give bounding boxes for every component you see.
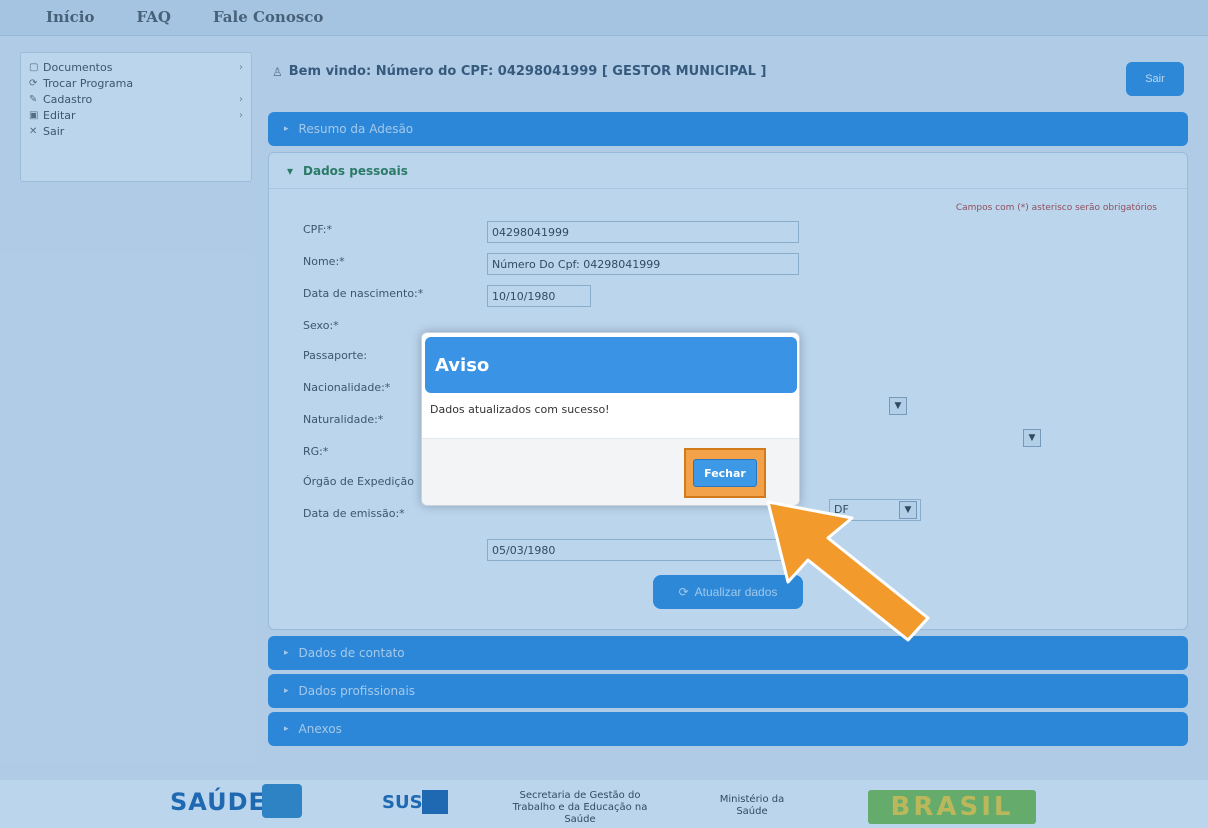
fechar-button[interactable]: Fechar [693, 459, 757, 487]
dialog-title: Aviso [425, 337, 797, 393]
dialog-message: Dados atualizados com sucesso! [430, 403, 610, 416]
pointer-arrow-icon [766, 500, 930, 642]
aviso-dialog: Aviso Dados atualizados com sucesso! Fec… [421, 332, 800, 506]
